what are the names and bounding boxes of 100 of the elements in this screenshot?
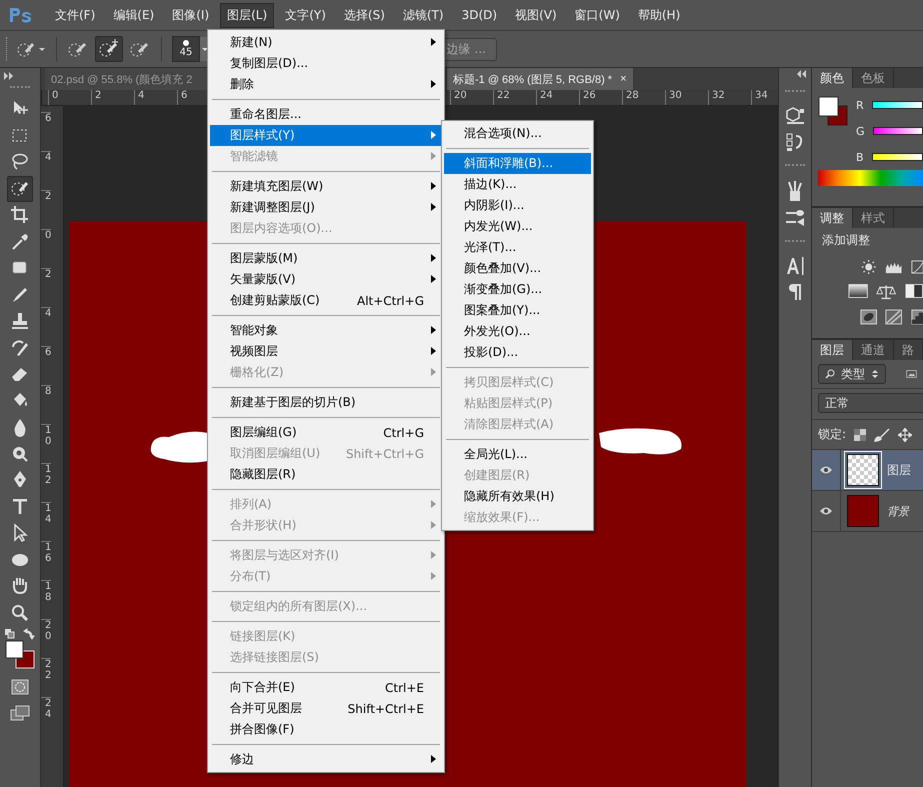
layer-row[interactable]: 背景	[812, 491, 923, 532]
ruler-label: 4	[41, 151, 52, 190]
menu-item[interactable]: 隐藏所有效果(H)	[444, 486, 591, 507]
ruler-label: 16	[41, 541, 52, 580]
menu-item[interactable]: 图案叠加(Y)...	[444, 300, 591, 321]
balance-scale-icon[interactable]	[876, 283, 897, 301]
menu-item[interactable]: 智能对象	[210, 320, 442, 341]
menu-bar-item[interactable]: 滤镜(T)	[396, 2, 451, 28]
lock-brush-icon[interactable]	[874, 428, 890, 442]
menu-item[interactable]: 矢量蒙版(V)	[210, 269, 442, 290]
channel-color-ramp[interactable]	[872, 153, 923, 161]
add-to-selection-icon[interactable]	[95, 36, 123, 62]
ruler-label: 8	[41, 385, 52, 424]
channel-color-ramp[interactable]	[872, 101, 923, 109]
menu-item[interactable]: 描边(K)...	[444, 174, 591, 195]
lock-transparency-icon[interactable]	[854, 428, 866, 440]
menu-item[interactable]: 向下合并(E) Ctrl+E	[210, 677, 442, 698]
menu-item[interactable]: 新建调整图层(J)	[210, 197, 442, 218]
ruler-label: 14	[41, 502, 52, 541]
character-panel-icon[interactable]	[784, 256, 806, 276]
panel-tab[interactable]: 图层	[812, 340, 853, 360]
eye-icon[interactable]	[819, 506, 833, 516]
layer-row[interactable]: 图层	[812, 450, 923, 491]
split-square-icon[interactable]	[904, 283, 923, 299]
menu-bar-item[interactable]: 文字(Y)	[278, 2, 333, 28]
menu-bar-item[interactable]: 选择(S)	[336, 2, 392, 28]
quick-selection-tool-icon[interactable]	[7, 176, 33, 202]
image-filter-icon[interactable]	[906, 368, 917, 380]
document-tab[interactable]: 标题-1 @ 68% (图层 5, RGB/8) * ×	[447, 68, 633, 90]
color-swatches-icon[interactable]	[4, 640, 36, 670]
ruler-label: 20	[450, 90, 493, 105]
collapse-arrows-icon[interactable]	[797, 70, 807, 78]
exposure-icon[interactable]	[860, 308, 878, 326]
ruler-label: 26	[579, 90, 622, 105]
menu-bar-item[interactable]: 3D(D)	[454, 4, 504, 26]
menu-bar-item[interactable]: 图像(I)	[165, 2, 216, 28]
blend-mode-dropdown[interactable]: 正常	[818, 393, 923, 413]
menu-bar-item[interactable]: 图层(L)	[220, 2, 274, 28]
menu-item[interactable]: 视频图层	[210, 341, 442, 362]
menu-item[interactable]: 外发光(O)...	[444, 321, 591, 342]
stepped-ramp-icon[interactable]	[910, 308, 923, 326]
color-spectrum[interactable]	[818, 170, 923, 186]
panel-tab[interactable]: 调整	[812, 208, 853, 228]
ruler-label: 10	[41, 424, 52, 463]
ps-logo-icon	[8, 6, 34, 24]
brush-size-picker[interactable]: 45	[172, 36, 200, 62]
menu-item[interactable]: 混合选项(N)...	[444, 123, 591, 144]
menu-item[interactable]: 拼合图像(F)	[210, 719, 442, 740]
layer-name: 图层	[887, 462, 911, 478]
ruler-label: 24	[536, 90, 579, 105]
menu-item[interactable]: 图层编组(G) Ctrl+G	[210, 422, 442, 443]
menu-item[interactable]: 全局光(L)...	[444, 444, 591, 465]
quick-mask-icon[interactable]	[10, 678, 30, 696]
search-icon	[825, 369, 835, 379]
menu-bar-item[interactable]: 文件(F)	[48, 2, 102, 28]
menu-item[interactable]: 图层样式(Y)	[210, 125, 442, 146]
close-tab-button[interactable]: ×	[620, 73, 627, 85]
panel-tab[interactable]: 样式	[853, 208, 894, 228]
menu-item[interactable]: 内发光(W)...	[444, 216, 591, 237]
menu-item[interactable]: 新建填充图层(W)	[210, 176, 442, 197]
menu-item[interactable]: 投影(D)...	[444, 342, 591, 363]
panel-tab[interactable]: 色板	[853, 68, 894, 88]
screen-mode-icon[interactable]	[9, 704, 31, 722]
curves-icon[interactable]	[910, 258, 923, 276]
collapse-arrows-icon[interactable]	[4, 72, 14, 80]
menu-item[interactable]: 修边	[210, 749, 442, 770]
menu-bar-item[interactable]: 编辑(E)	[106, 2, 162, 28]
layer-filter-dropdown[interactable]: 类型	[818, 364, 886, 384]
ruler-label: 0	[48, 90, 91, 105]
menu-item[interactable]: 隐藏图层(R)	[210, 464, 442, 485]
menu-item[interactable]: 图层蒙版(M)	[210, 248, 442, 269]
ruler-label: 28	[622, 90, 665, 105]
swap-colors-icon[interactable]	[2, 628, 38, 640]
menu-item[interactable]: 颜色叠加(V)...	[444, 258, 591, 279]
panel-tab[interactable]: 颜色	[812, 68, 853, 88]
menu-bar-item[interactable]: 视图(V)	[508, 2, 564, 28]
menu-item[interactable]: 合并可见图层 Shift+Ctrl+E	[210, 698, 442, 719]
panel-tab[interactable]: 通道	[853, 340, 894, 360]
panel-tab[interactable]: 路	[894, 340, 923, 360]
lock-position-icon[interactable]	[898, 428, 912, 442]
channel-label: R	[856, 98, 864, 112]
brightness-icon[interactable]	[860, 258, 878, 276]
menu-item[interactable]: 渐变叠加(G)...	[444, 279, 591, 300]
menu-bar-item[interactable]: 窗口(W)	[568, 2, 627, 28]
menu-item[interactable]: 重命名图层...	[210, 104, 442, 125]
menu-item[interactable]: 光泽(T)...	[444, 237, 591, 258]
menu-bar-item[interactable]: 帮助(H)	[630, 2, 688, 28]
menu-item[interactable]: 斜面和浮雕(B)...	[444, 153, 591, 174]
color-swatches-icon[interactable]	[818, 96, 848, 126]
cube-panel-icon[interactable]	[784, 106, 806, 126]
menu-item[interactable]: 新建基于图层的切片(B)	[210, 392, 442, 413]
paint-stroke	[150, 432, 208, 463]
channel-color-ramp[interactable]	[872, 127, 923, 135]
diagonal-stripes-icon[interactable]	[885, 308, 903, 326]
brush-presets-icon[interactable]	[784, 208, 806, 228]
gradient-map-icon[interactable]	[848, 283, 868, 299]
menu-item[interactable]: 内阴影(I)...	[444, 195, 591, 216]
ruler-label: 22	[493, 90, 536, 105]
menu-item[interactable]: 创建剪贴蒙版(C) Alt+Ctrl+G	[210, 290, 442, 311]
eye-icon[interactable]	[819, 465, 833, 475]
